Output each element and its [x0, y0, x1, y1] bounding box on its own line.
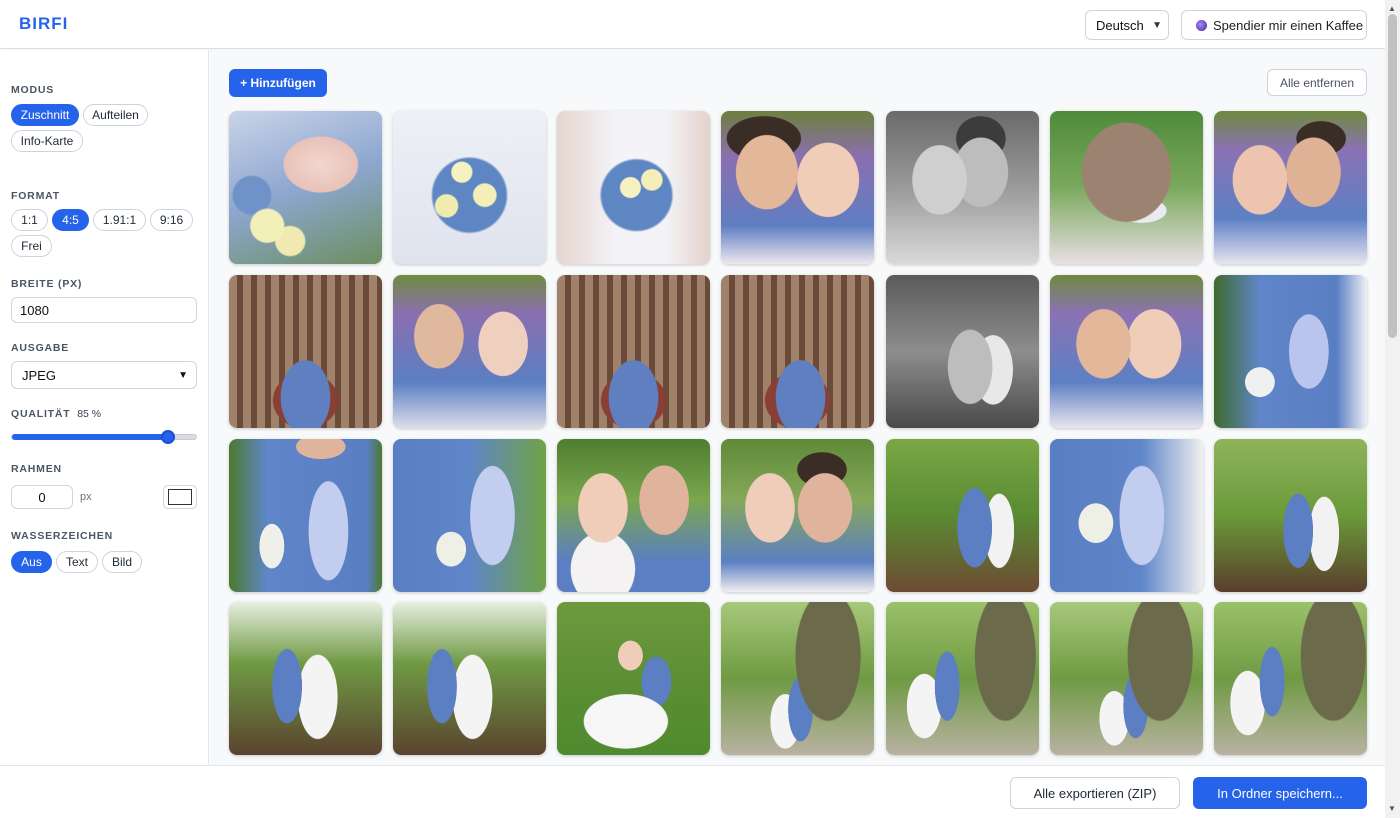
photo-thumbnail[interactable]	[721, 439, 874, 592]
page-scrollbar[interactable]: ▲ ▼	[1385, 0, 1400, 818]
photo-thumbnail[interactable]	[1050, 439, 1203, 592]
frame-unit-label: px	[80, 491, 92, 503]
format-free-button[interactable]: Frei	[11, 235, 52, 257]
photo-thumbnail[interactable]	[229, 111, 382, 264]
photo-thumbnail[interactable]	[886, 602, 1039, 755]
quality-slider[interactable]	[11, 430, 197, 444]
buy-coffee-label: Spendier mir einen Kaffee	[1213, 17, 1364, 33]
photo-thumbnail[interactable]	[721, 111, 874, 264]
quality-label: QUALITÄT	[11, 408, 71, 420]
width-section-label: BREITE (PX)	[11, 278, 83, 290]
chevron-down-icon: ▼	[178, 369, 188, 381]
language-select[interactable]: Deutsch ▼	[1085, 10, 1169, 40]
photo-thumbnail[interactable]	[886, 111, 1039, 264]
settings-sidebar: MODUS Zuschnitt Aufteilen Info-Karte FOR…	[0, 50, 209, 765]
image-gallery: + Hinzufügen Alle entfernen	[210, 50, 1385, 765]
mode-split-button[interactable]: Aufteilen	[83, 104, 148, 126]
mode-crop-button[interactable]: Zuschnitt	[11, 104, 79, 126]
frame-section-label: RAHMEN	[11, 463, 62, 475]
output-format-select[interactable]: JPEG ▼	[11, 361, 197, 389]
frame-color-picker[interactable]	[163, 485, 197, 509]
app-header: BIRFI Deutsch ▼ Spendier mir einen Kaffe…	[0, 0, 1385, 49]
scroll-down-icon[interactable]: ▼	[1388, 804, 1396, 813]
photo-thumbnail[interactable]	[393, 602, 546, 755]
photo-thumbnail[interactable]	[886, 439, 1039, 592]
add-images-button[interactable]: + Hinzufügen	[229, 69, 327, 97]
scrollbar-thumb[interactable]	[1388, 14, 1397, 338]
app-logo: BIRFI	[19, 14, 69, 33]
language-select-value: Deutsch	[1096, 17, 1144, 33]
watermark-text-button[interactable]: Text	[56, 551, 98, 573]
width-input[interactable]: 1080	[11, 297, 197, 323]
output-section-label: AUSGABE	[11, 342, 70, 354]
photo-thumbnail[interactable]	[393, 111, 546, 264]
mode-info-card-button[interactable]: Info-Karte	[11, 130, 83, 152]
photo-thumbnail[interactable]	[721, 602, 874, 755]
format-9-16-button[interactable]: 9:16	[150, 209, 193, 231]
photo-thumbnail[interactable]	[1050, 602, 1203, 755]
photo-thumbnail[interactable]	[557, 111, 710, 264]
photo-thumbnail[interactable]	[557, 275, 710, 428]
frame-color-swatch	[168, 489, 192, 505]
buy-coffee-button[interactable]: Spendier mir einen Kaffee	[1181, 10, 1367, 40]
watermark-section-label: WASSERZEICHEN	[11, 530, 113, 542]
photo-thumbnail[interactable]	[721, 275, 874, 428]
quality-slider-fill	[12, 434, 168, 440]
format-1-91-1-button[interactable]: 1.91:1	[93, 209, 146, 231]
scroll-up-icon[interactable]: ▲	[1388, 4, 1396, 13]
export-zip-button[interactable]: Alle exportieren (ZIP)	[1010, 777, 1180, 809]
photo-thumbnail[interactable]	[229, 275, 382, 428]
mode-section-label: MODUS	[11, 84, 55, 96]
photo-thumbnail[interactable]	[1214, 602, 1367, 755]
photo-thumbnail[interactable]	[393, 275, 546, 428]
chevron-down-icon: ▼	[1152, 19, 1162, 31]
quality-section-label: QUALITÄT 85 %	[11, 408, 101, 420]
watermark-off-button[interactable]: Aus	[11, 551, 52, 573]
format-4-5-button[interactable]: 4:5	[52, 209, 89, 231]
photo-thumbnail[interactable]	[1214, 275, 1367, 428]
quality-value: 85 %	[77, 408, 102, 420]
photo-thumbnail[interactable]	[393, 439, 546, 592]
quality-slider-thumb[interactable]	[161, 430, 175, 444]
photo-thumbnail[interactable]	[229, 602, 382, 755]
photo-thumbnail[interactable]	[886, 275, 1039, 428]
photo-thumbnail[interactable]	[1050, 275, 1203, 428]
photo-thumbnail[interactable]	[557, 439, 710, 592]
photo-thumbnail[interactable]	[229, 439, 382, 592]
coffee-icon	[1196, 19, 1207, 31]
format-1-1-button[interactable]: 1:1	[11, 209, 48, 231]
photo-thumbnail[interactable]	[1050, 111, 1203, 264]
watermark-image-button[interactable]: Bild	[102, 551, 142, 573]
photo-thumbnail[interactable]	[557, 602, 710, 755]
frame-width-input[interactable]: 0	[11, 485, 73, 509]
photo-thumbnail[interactable]	[1214, 439, 1367, 592]
remove-all-button[interactable]: Alle entfernen	[1267, 69, 1367, 96]
save-to-folder-button[interactable]: In Ordner speichern...	[1193, 777, 1367, 809]
action-footer: Alle exportieren (ZIP) In Ordner speiche…	[0, 765, 1385, 818]
output-format-value: JPEG	[22, 367, 56, 383]
format-section-label: FORMAT	[11, 190, 60, 202]
photo-thumbnail[interactable]	[1214, 111, 1367, 264]
